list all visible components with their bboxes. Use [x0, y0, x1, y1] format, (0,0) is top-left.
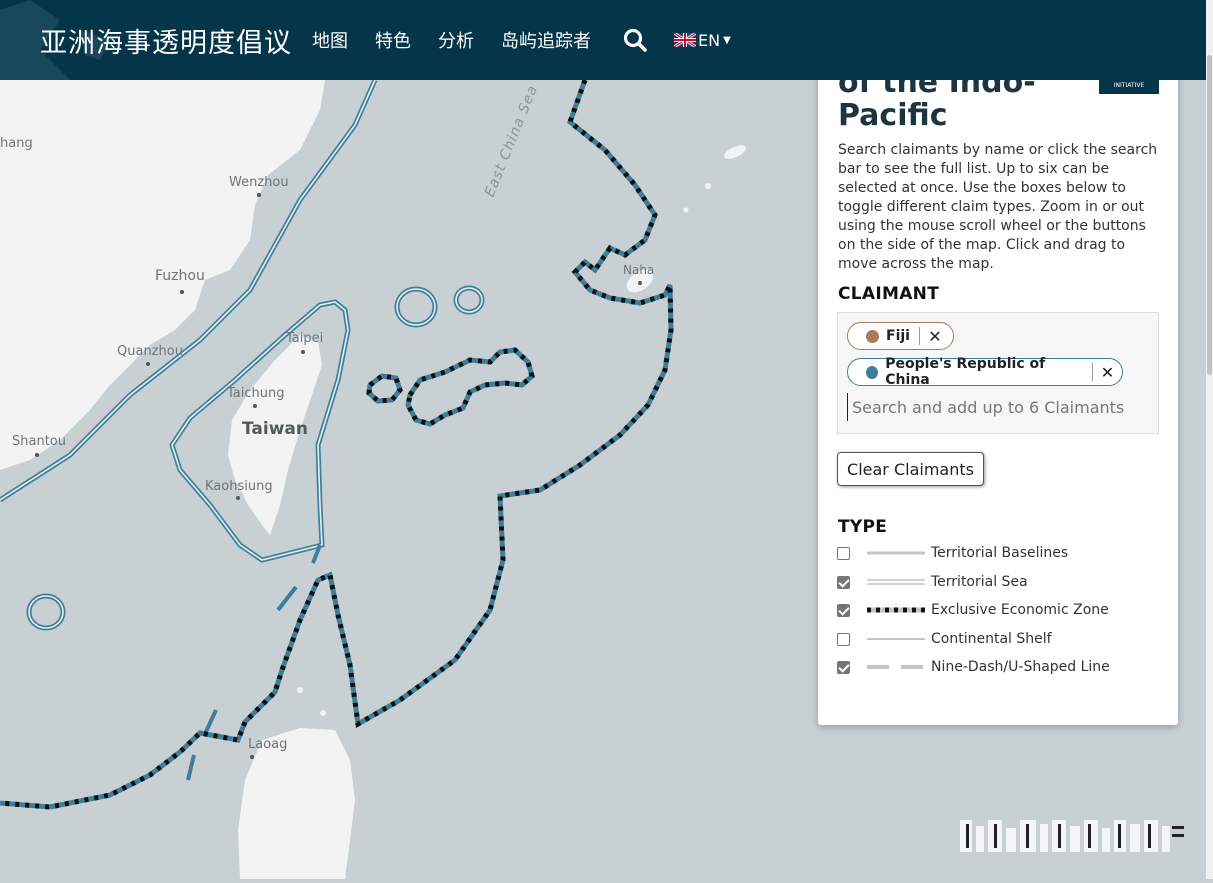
city-dot [250, 755, 254, 759]
page-scrollbar[interactable] [1206, 0, 1213, 879]
territorial-sea-swatch [867, 579, 925, 585]
map-label-laoag: Laoag [248, 737, 288, 752]
type-row-eez[interactable]: Exclusive Economic Zone [837, 599, 1109, 621]
map-label-fuzhou: Fuzhou [155, 268, 205, 284]
type-row-continental-shelf[interactable]: Continental Shelf [837, 628, 1052, 650]
uk-flag-icon [674, 33, 696, 47]
main-nav: 地图 特色 分析 岛屿追踪者 [302, 27, 608, 53]
city-dot [301, 350, 305, 354]
territorial-baselines-checkbox[interactable] [837, 546, 850, 560]
clear-claimants-button[interactable]: Clear Claimants [837, 452, 984, 486]
nine-dash-swatch [867, 665, 923, 669]
type-label: Territorial Sea [931, 574, 1028, 590]
nav-item-map[interactable]: 地图 [312, 27, 348, 53]
remove-fiji-icon[interactable]: ✕ [926, 327, 944, 346]
type-label: Exclusive Economic Zone [931, 602, 1109, 618]
baseline-line-swatch [867, 551, 925, 555]
city-dot [253, 404, 257, 408]
continental-shelf-checkbox[interactable] [837, 632, 850, 646]
map-label-taiwan: Taiwan [242, 419, 308, 439]
island-landmass [683, 207, 689, 213]
type-label: Nine-Dash/U-Shaped Line [931, 659, 1110, 675]
claimant-selector[interactable]: Fiji ✕ People's Republic of China ✕ [837, 312, 1159, 434]
nine-dash-line-checkbox[interactable] [837, 660, 850, 674]
chip-divider [918, 327, 920, 345]
claimant-chip-label: Fiji [886, 328, 910, 344]
map-label-wenzhou: Wenzhou [229, 175, 289, 190]
territorial-sea-checkbox[interactable] [837, 575, 850, 589]
watermark-logo [960, 820, 1184, 852]
claimant-color-dot [866, 329, 879, 343]
remove-prc-icon[interactable]: ✕ [1099, 363, 1116, 382]
city-dot [180, 290, 184, 294]
eez-checkbox[interactable] [837, 603, 850, 617]
claims-panel: of the Indo-Pacific INITIATIVE Search cl… [818, 60, 1178, 725]
search-icon[interactable] [622, 27, 648, 53]
type-row-territorial-baselines[interactable]: Territorial Baselines [837, 542, 1068, 564]
map-label-shantou: Shantou [12, 434, 66, 449]
claimant-color-dot [866, 365, 879, 379]
island-landmass [320, 710, 326, 716]
city-dot [236, 496, 240, 500]
city-dot [638, 281, 642, 285]
nav-item-analysis[interactable]: 分析 [438, 27, 474, 53]
panel-description: Search claimants by name or click the se… [838, 142, 1158, 272]
type-row-nine-dash-line[interactable]: Nine-Dash/U-Shaped Line [837, 656, 1110, 678]
city-dot [35, 453, 39, 457]
claimant-chip-fiji: Fiji ✕ [847, 322, 954, 350]
language-code: EN [698, 30, 721, 50]
continental-shelf-swatch [867, 638, 925, 640]
type-heading: TYPE [838, 517, 888, 537]
map-label-hang: hang [0, 136, 33, 151]
claimant-heading: CLAIMANT [838, 284, 940, 304]
chip-divider [1092, 363, 1093, 381]
scrollbar-thumb[interactable] [1207, 55, 1212, 375]
claimant-search-input[interactable] [847, 393, 1152, 421]
nav-item-features[interactable]: 特色 [375, 27, 411, 53]
chevron-down-icon: ▼ [723, 34, 731, 46]
map-label-quanzhou: Quanzhou [117, 344, 183, 359]
island-landmass [705, 183, 711, 189]
claimant-chip-prc: People's Republic of China ✕ [847, 356, 1123, 388]
map-label-kaohsiung: Kaohsiung [205, 479, 273, 494]
map-label-taipei: Taipei [286, 331, 324, 346]
map-label-taichung: Taichung [227, 386, 285, 401]
eez-swatch [867, 607, 925, 613]
city-dot [257, 193, 261, 197]
nav-item-island-tracker[interactable]: 岛屿追踪者 [501, 27, 591, 53]
claimant-chip-label: People's Republic of China [885, 356, 1046, 388]
type-label: Continental Shelf [931, 631, 1052, 647]
language-selector[interactable]: EN ▼ [674, 31, 731, 50]
top-navigation-bar: 亚洲海事透明度倡议 地图 特色 分析 岛屿追踪者 EN ▼ [0, 0, 1206, 80]
island-landmass [297, 687, 303, 693]
map-label-naha: Naha [623, 263, 655, 277]
type-row-territorial-sea[interactable]: Territorial Sea [837, 571, 1028, 593]
type-label: Territorial Baselines [931, 545, 1069, 561]
site-brand-title[interactable]: 亚洲海事透明度倡议 [40, 21, 292, 60]
city-dot [146, 362, 150, 366]
